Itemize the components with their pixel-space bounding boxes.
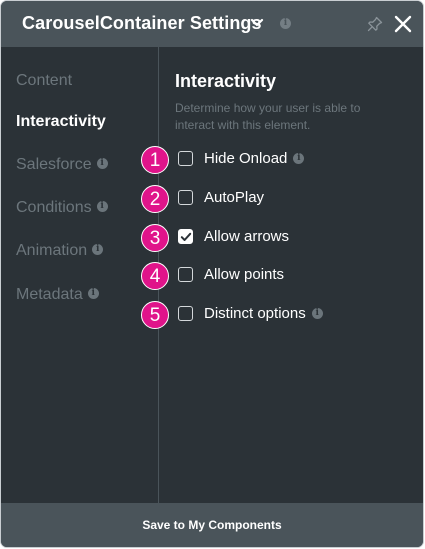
section-title: Interactivity: [175, 71, 277, 91]
sidebar-item-label: Salesforce: [16, 156, 92, 173]
interactivity-section: Interactivity Determine how your user is…: [141, 47, 423, 505]
sidebar-item-label: Conditions: [16, 199, 92, 216]
sidebar-item-content[interactable]: Content: [16, 72, 72, 90]
panel-title: CarouselContainer Settings: [22, 13, 262, 33]
chevron-down-icon[interactable]: [250, 18, 264, 28]
save-to-my-components-button[interactable]: Save to My Components: [1, 503, 423, 547]
step-badge: 2: [141, 185, 169, 213]
option-label: Allow arrows: [204, 228, 290, 245]
panel-footer: Save to My Components: [1, 503, 423, 547]
info-icon: i: [92, 244, 104, 256]
sidebar-item-metadata[interactable]: Metadata i: [16, 286, 99, 304]
option-label: Allow points: [204, 266, 285, 283]
sidebar-item-salesforce[interactable]: Salesforce i: [16, 156, 108, 174]
sidebar-item-conditions[interactable]: Conditions i: [16, 199, 108, 217]
settings-sidebar: Content Interactivity Salesforce i Condit…: [1, 47, 159, 505]
autoplay-checkbox[interactable]: [178, 190, 193, 205]
option-label: AutoPlay: [204, 189, 265, 206]
pin-icon[interactable]: [367, 16, 383, 32]
info-icon: i: [96, 158, 108, 170]
allow-arrows-checkbox[interactable]: [178, 229, 193, 244]
step-badge: 1: [141, 146, 169, 174]
info-icon: i: [87, 288, 99, 300]
check-icon: [180, 232, 192, 241]
step-badge: 3: [141, 224, 169, 252]
info-icon[interactable]: i: [311, 307, 323, 319]
settings-panel: CarouselContainer Settings i Content Int…: [1, 1, 423, 547]
info-icon[interactable]: i: [280, 18, 291, 29]
sidebar-item-label: Content: [16, 72, 73, 89]
option-label-text: Hide Onload: [204, 150, 288, 167]
step-badge: 4: [141, 262, 169, 290]
option-label: Hide Onload i: [204, 150, 305, 168]
sidebar-item-label: Interactivity: [16, 113, 106, 130]
step-badge: 5: [141, 301, 169, 329]
sidebar-item-interactivity[interactable]: Interactivity: [16, 113, 106, 131]
section-description: Determine how your user is able to inter…: [175, 101, 361, 132]
sidebar-item-label: Animation: [16, 242, 88, 259]
option-label: Distinct options i: [204, 305, 323, 323]
option-label-text: Distinct options: [204, 305, 306, 322]
info-icon: i: [96, 201, 108, 213]
sidebar-item-label: Metadata: [16, 286, 83, 303]
allow-points-checkbox[interactable]: [178, 267, 193, 282]
panel-header: CarouselContainer Settings i: [1, 1, 423, 47]
distinct-options-checkbox[interactable]: [178, 306, 193, 321]
info-icon[interactable]: i: [293, 152, 305, 164]
sidebar-item-animation[interactable]: Animation i: [16, 242, 104, 260]
hide-onload-checkbox[interactable]: [178, 151, 193, 166]
close-icon[interactable]: [394, 15, 412, 33]
